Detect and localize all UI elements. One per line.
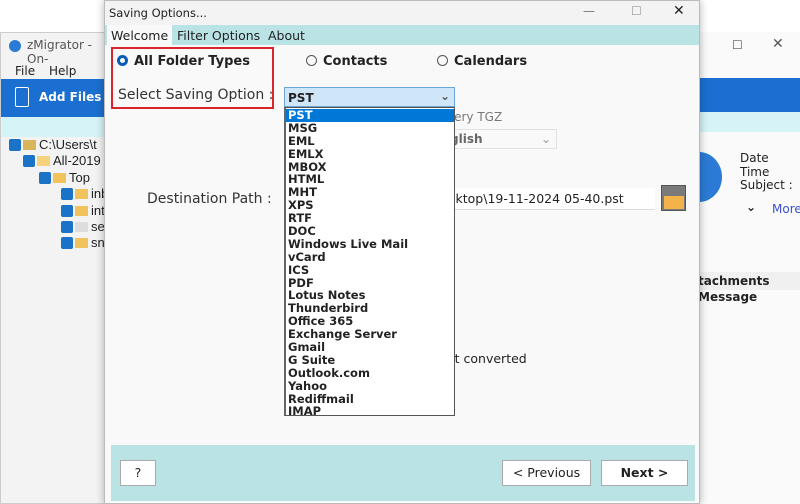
add-files-icon: [15, 87, 29, 107]
tree-item[interactable]: Top: [39, 170, 90, 185]
option-windows-live-mail[interactable]: Windows Live Mail: [286, 238, 454, 251]
ribbon: Add Files: [1, 79, 111, 117]
title-bar: Saving Options... — ☐ ✕: [105, 1, 699, 25]
background-window: zMigrator - On- File Help Add Files C:\U…: [0, 32, 111, 504]
chevron-down-icon[interactable]: ⌄: [746, 200, 756, 214]
maximize-icon[interactable]: ☐: [732, 38, 743, 52]
chevron-down-icon: ⌄: [439, 89, 450, 103]
close-icon[interactable]: ✕: [772, 36, 784, 52]
subject-label: Subject :: [740, 178, 793, 192]
option-msg[interactable]: MSG: [286, 121, 454, 135]
tab-filter-options[interactable]: Filter Options: [173, 25, 264, 45]
option-vcard[interactable]: vCard: [286, 250, 454, 264]
previous-button[interactable]: < Previous: [502, 460, 591, 486]
strip: [698, 112, 800, 132]
browse-folder-button[interactable]: [661, 185, 686, 211]
minimize-icon[interactable]: —: [583, 4, 595, 18]
folder-search-icon: [664, 196, 684, 209]
language-select[interactable]: glish ⌄: [447, 129, 557, 149]
dialog-title: Saving Options...: [109, 6, 207, 20]
option-yahoo[interactable]: Yahoo: [286, 379, 454, 393]
radio-calendars[interactable]: Calendars: [437, 54, 527, 69]
radio-selected-icon: [117, 55, 128, 66]
tree-item[interactable]: All-2019: [23, 153, 101, 168]
option-pst[interactable]: PST: [286, 109, 454, 122]
option-eml[interactable]: EML: [286, 134, 454, 148]
option-emlx[interactable]: EMLX: [286, 147, 454, 161]
attachments-header: tachments: [698, 272, 800, 290]
saving-option-list: PST MSG EML EMLX MBOX HTML MHT XPS RTF DOC Windows…: [284, 107, 455, 418]
strip: [1, 117, 111, 137]
maximize-icon[interactable]: ☐: [631, 4, 642, 18]
radio-all-folder-types[interactable]: All Folder Types: [117, 54, 250, 69]
select-saving-option-label: Select Saving Option :: [118, 87, 274, 103]
tree-item[interactable]: se: [61, 219, 105, 234]
tree-item[interactable]: sn: [61, 235, 105, 250]
more-link[interactable]: More: [772, 202, 800, 216]
option-outlook-com[interactable]: Outlook.com: [286, 366, 454, 380]
radio-icon: [306, 55, 317, 66]
message-header: Message: [698, 290, 758, 304]
app-icon: [9, 40, 21, 52]
window-title: zMigrator - On-: [27, 38, 93, 66]
radio-contacts[interactable]: Contacts: [306, 54, 387, 69]
help-button[interactable]: ?: [120, 460, 156, 486]
option-gmail[interactable]: Gmail: [286, 341, 454, 354]
saving-options-dialog: Saving Options... — ☐ ✕ Welcome Filter O…: [104, 0, 700, 504]
tab-about[interactable]: About: [264, 25, 309, 45]
destination-path-label: Destination Path :: [147, 191, 272, 207]
option-imap[interactable]: IMAP: [286, 405, 454, 418]
preview-window: ☐ ✕ Date Time Subject : ⌄ More tachments…: [676, 32, 800, 504]
radio-icon: [437, 55, 448, 66]
tab-welcome[interactable]: Welcome: [107, 25, 173, 45]
menu-help[interactable]: Help: [49, 64, 76, 78]
option-doc[interactable]: DOC: [286, 225, 454, 238]
date-time-label: Date Time: [740, 151, 770, 179]
tree-item[interactable]: inb: [61, 186, 108, 201]
saving-option-select[interactable]: PST ⌄: [284, 87, 455, 107]
tgz-text: very TGZ: [447, 110, 503, 124]
ribbon: [698, 78, 800, 112]
not-converted-text: ot converted: [447, 351, 527, 366]
tree-item[interactable]: C:\Users\t: [9, 137, 97, 152]
close-icon[interactable]: ✕: [673, 3, 685, 19]
menu-file[interactable]: File: [15, 64, 35, 78]
destination-path-input[interactable]: sktop\19-11-2024 05-40.pst: [445, 188, 655, 210]
next-button[interactable]: Next >: [601, 460, 688, 486]
option-g-suite[interactable]: G Suite: [286, 354, 454, 367]
tree-item[interactable]: int: [61, 203, 105, 218]
option-ics[interactable]: ICS: [286, 263, 454, 277]
add-files-button[interactable]: Add Files: [39, 90, 101, 104]
